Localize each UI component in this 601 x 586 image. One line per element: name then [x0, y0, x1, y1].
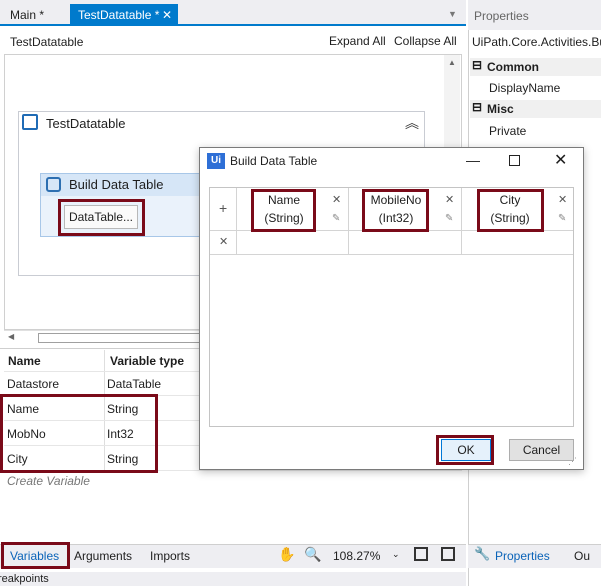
- category-label: Common: [487, 60, 539, 74]
- tab-arguments[interactable]: Arguments: [74, 549, 132, 563]
- grid-divider: [236, 188, 237, 254]
- wrench-icon: 🔧: [474, 546, 491, 561]
- close-tab-icon[interactable]: ✕: [162, 4, 172, 26]
- delete-column-icon[interactable]: ✕: [332, 193, 341, 206]
- delete-column-icon[interactable]: ✕: [445, 193, 454, 206]
- zoom-level[interactable]: 108.27%: [333, 549, 380, 563]
- grid-divider: [210, 254, 573, 255]
- sequence-icon: [22, 114, 38, 130]
- category-misc[interactable]: ⊟ Misc: [470, 100, 601, 118]
- hand-pan-icon[interactable]: ✋: [278, 546, 295, 563]
- variable-name[interactable]: Datastore: [7, 377, 59, 391]
- resize-grip-icon[interactable]: ⋰: [568, 456, 577, 467]
- expand-all-link[interactable]: Expand All: [329, 34, 386, 48]
- minimize-icon[interactable]: —: [466, 152, 480, 168]
- create-variable-placeholder[interactable]: Create Variable: [7, 474, 90, 488]
- tab-testdatatable[interactable]: TestDatatable * ✕: [70, 4, 178, 26]
- cancel-button[interactable]: Cancel: [509, 439, 574, 461]
- breakpoints-tab[interactable]: reakpoints: [0, 573, 49, 585]
- variable-type[interactable]: DataTable: [107, 377, 161, 391]
- highlight-box: [477, 189, 544, 232]
- category-label: Misc: [487, 102, 514, 116]
- scroll-left-icon[interactable]: ◀: [8, 332, 14, 341]
- edit-column-icon[interactable]: ✎: [332, 213, 340, 224]
- uipath-logo-icon: Ui: [207, 153, 225, 169]
- collapse-category-icon[interactable]: ⊟: [472, 100, 482, 114]
- dialog-title: Build Data Table: [230, 154, 318, 168]
- column-header-type[interactable]: Variable type: [110, 354, 184, 368]
- highlight-box: [1, 542, 70, 569]
- edit-column-icon[interactable]: ✎: [558, 213, 566, 224]
- collapse-category-icon[interactable]: ⊟: [472, 58, 482, 72]
- highlight-box: [0, 394, 158, 473]
- overview-icon[interactable]: [441, 547, 455, 561]
- tab-properties[interactable]: Properties: [495, 549, 550, 563]
- database-icon: [46, 177, 61, 192]
- highlight-box: [362, 189, 429, 232]
- close-icon[interactable]: ✕: [554, 150, 567, 170]
- zoom-dropdown-icon[interactable]: ⌄: [392, 549, 400, 560]
- property-displayname[interactable]: DisplayName: [489, 81, 560, 95]
- grid-divider: [348, 188, 349, 254]
- collapse-chevron-icon[interactable]: ︽: [405, 113, 419, 133]
- tab-dropdown-icon[interactable]: ▼: [448, 9, 457, 19]
- tab-imports[interactable]: Imports: [150, 549, 190, 563]
- tab-label: TestDatatable *: [78, 8, 160, 22]
- delete-row-icon[interactable]: ✕: [219, 235, 228, 248]
- designer-breadcrumb[interactable]: TestDatatable: [10, 35, 83, 49]
- properties-title: Properties: [474, 9, 529, 23]
- grid-divider: [461, 188, 462, 254]
- status-strip: [0, 572, 466, 586]
- column-header-name[interactable]: Name: [8, 354, 41, 368]
- collapse-all-link[interactable]: Collapse All: [394, 34, 457, 48]
- add-column-icon[interactable]: +: [219, 200, 227, 216]
- maximize-icon[interactable]: [509, 155, 520, 166]
- highlight-box: [58, 199, 145, 236]
- scrollbar-thumb[interactable]: [38, 333, 204, 343]
- activity-title: Build Data Table: [69, 177, 164, 192]
- edit-column-icon[interactable]: ✎: [445, 213, 453, 224]
- highlight-box: [436, 435, 494, 465]
- property-private[interactable]: Private: [489, 124, 526, 138]
- zoom-magnifier-icon[interactable]: 🔍: [304, 546, 321, 563]
- activity-class-name: UiPath.Core.Activities.Bu: [472, 35, 601, 49]
- highlight-box: [251, 189, 316, 232]
- tab-main[interactable]: Main *: [2, 4, 62, 26]
- tab-outline[interactable]: Ou: [574, 549, 590, 563]
- fit-to-screen-icon[interactable]: [414, 547, 428, 561]
- scroll-up-icon[interactable]: ▲: [448, 58, 456, 67]
- sequence-title: TestDatatable: [46, 116, 126, 131]
- category-common[interactable]: ⊟ Common: [470, 58, 601, 76]
- delete-column-icon[interactable]: ✕: [558, 193, 567, 206]
